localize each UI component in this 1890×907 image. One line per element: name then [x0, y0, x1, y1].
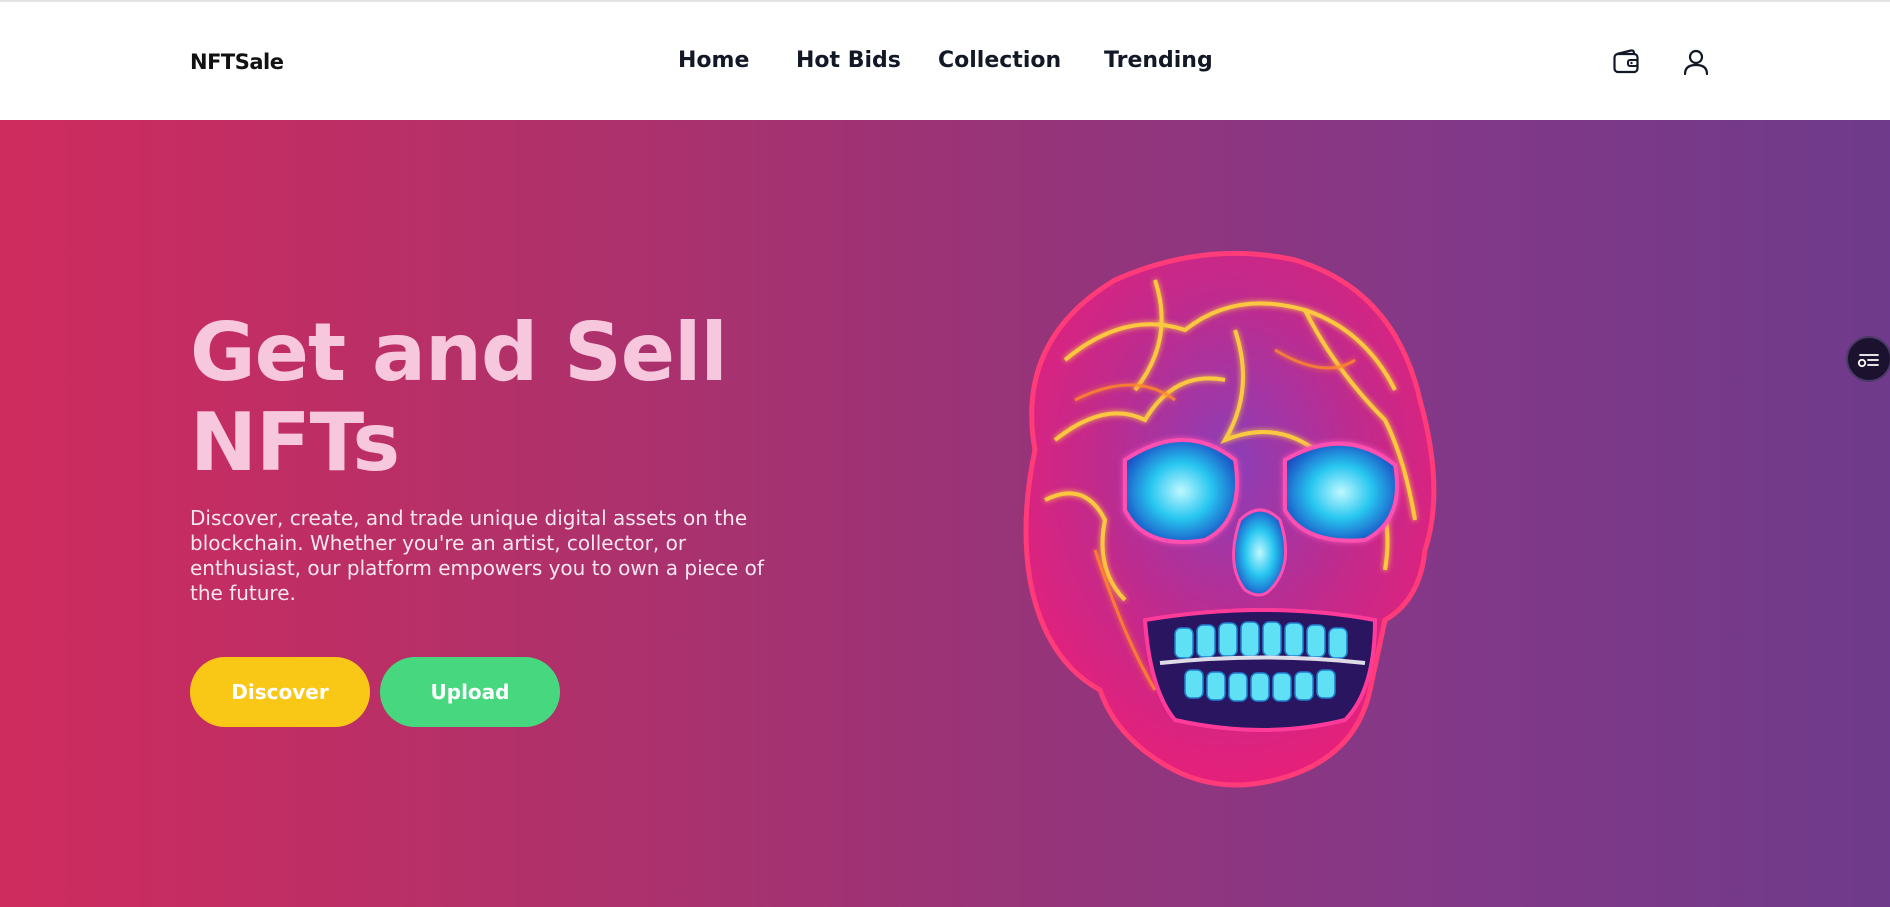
- nav-link-hot-bids[interactable]: Hot Bids: [796, 46, 901, 76]
- user-icon[interactable]: [1681, 47, 1711, 77]
- settings-list-icon[interactable]: [1846, 336, 1890, 382]
- main-nav: Home Hot Bids Collection Trending: [0, 46, 1890, 76]
- hero-title: Get and Sell NFTs: [190, 308, 890, 488]
- hero-description: Discover, create, and trade unique digit…: [190, 506, 764, 605]
- hero-title-line-2: NFTs: [190, 396, 400, 489]
- discover-button[interactable]: Discover: [190, 657, 370, 727]
- wallet-icon[interactable]: [1611, 47, 1641, 77]
- navbar: NFTSale Home Hot Bids Collection Trendin…: [0, 2, 1890, 120]
- upload-button[interactable]: Upload: [380, 657, 560, 727]
- nav-link-home[interactable]: Home: [678, 46, 749, 76]
- neon-skull-nft-image: [1023, 250, 1437, 788]
- hero-title-line-1: Get and Sell: [190, 306, 728, 399]
- nav-link-collection[interactable]: Collection: [938, 46, 1061, 76]
- hero-section: Get and Sell NFTs Discover, create, and …: [0, 120, 1890, 907]
- nav-link-trending[interactable]: Trending: [1104, 46, 1213, 76]
